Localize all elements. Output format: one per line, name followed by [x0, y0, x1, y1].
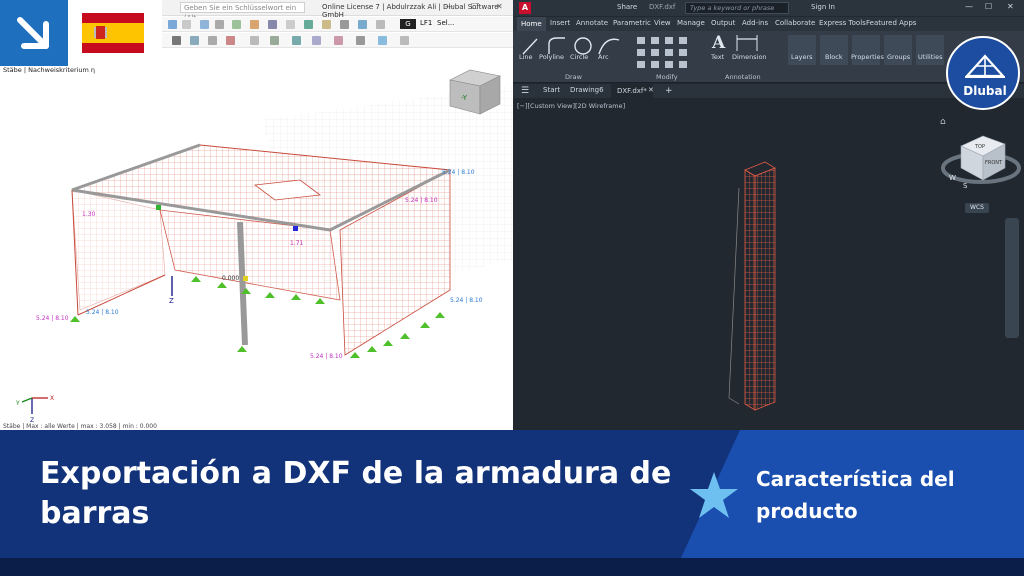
home-icon[interactable]: ⌂ [940, 117, 946, 127]
global-axes-icon: X Y Z [15, 395, 54, 424]
text-button[interactable]: Text [711, 53, 724, 61]
viewcube-front-label: FRONT [985, 160, 1003, 166]
banner-title: Exportación a DXF de la armadura de barr… [40, 456, 672, 531]
value-label: 0.000 [222, 275, 239, 282]
close-icon[interactable]: ✕ [1007, 2, 1014, 11]
properties-button[interactable]: Properties [851, 53, 884, 61]
tab-parametric[interactable]: Parametric [613, 19, 651, 27]
close-tab-icon[interactable]: ✕ [648, 86, 654, 94]
tab-drawing6[interactable]: Drawing6 [570, 86, 604, 94]
modify-group-label[interactable]: Modify [656, 73, 678, 81]
axis-x-label: X [50, 395, 54, 402]
autocad-drawing-area[interactable]: TOP FRONT W S ⌂ [513, 98, 1024, 430]
tab-start[interactable]: Start [543, 86, 560, 94]
share-button[interactable]: Share [617, 3, 637, 11]
axis-z-label: Z [169, 297, 174, 305]
autocad-title-bar: A Share DXF.dxf Type a keyword or phrase… [513, 0, 1024, 16]
annotation-group-label[interactable]: Annotation [725, 73, 761, 81]
screen: Geben Sie ein Schlüsselwort ein (Alt... … [0, 0, 1024, 576]
ribbon-tabs: Home Insert Annotate Parametric View Man… [513, 17, 1024, 31]
value-label: 1.71 [290, 240, 304, 247]
block-button[interactable]: Block [825, 53, 843, 61]
new-tab-icon[interactable]: + [665, 86, 673, 96]
viewcube-top-label: TOP [974, 144, 985, 150]
sign-in-button[interactable]: Sign In [811, 3, 835, 11]
value-label: 5.24 | 8.10 [405, 197, 438, 204]
tab-addins[interactable]: Add-ins [742, 19, 768, 27]
polyline-button[interactable]: Polyline [539, 53, 564, 61]
dlubal-logo: Dlubal [946, 36, 1020, 110]
bridge-icon [965, 54, 1005, 78]
banner-footer [0, 558, 1024, 576]
tab-home[interactable]: Home [517, 17, 546, 31]
keyword-search-input[interactable]: Type a keyword or phrase [685, 2, 789, 14]
dimension-button[interactable]: Dimension [732, 53, 767, 61]
star-icon [690, 472, 738, 518]
file-title: DXF.dxf [649, 3, 676, 11]
value-label: 5.24 | 8.10 [36, 315, 69, 322]
viewcube-s-label: S [963, 182, 968, 190]
tab-collaborate[interactable]: Collaborate [775, 19, 815, 27]
value-label: 5.24 | 8.10 [450, 297, 483, 304]
tab-insert[interactable]: Insert [550, 19, 570, 27]
rfem-status-text: Stäbe | Max : alle Werte | max : 3.058 |… [3, 423, 157, 430]
navigation-bar[interactable] [1005, 218, 1019, 338]
rfem-view-cube[interactable]: -Y [449, 69, 501, 115]
spain-flag-icon [82, 13, 144, 53]
line-button[interactable]: Line [519, 53, 533, 61]
minimize-icon[interactable]: — [965, 2, 973, 11]
utilities-button[interactable]: Utilities [918, 53, 942, 61]
language-corner [0, 0, 162, 66]
line-icon [522, 38, 538, 55]
axis-y-label: Y [15, 400, 20, 407]
tab-dxf-file[interactable]: DXF.dxf* [611, 84, 653, 98]
tab-express-tools[interactable]: Express Tools [819, 19, 866, 27]
arrow-badge [0, 0, 68, 66]
value-label: 1.30 [82, 211, 96, 218]
modify-tool-icons [637, 37, 687, 68]
value-label: 5.24 | 8.10 [442, 169, 475, 176]
circle-button[interactable]: Circle [570, 53, 588, 61]
tab-view[interactable]: View [654, 19, 671, 27]
draw-group-label[interactable]: Draw [565, 73, 582, 81]
tab-featured-apps[interactable]: Featured Apps [866, 19, 916, 27]
polyline-icon [548, 37, 565, 54]
autocad-viewcube[interactable]: TOP FRONT W S [941, 135, 1021, 190]
text-tool-icon[interactable]: A [712, 33, 725, 53]
cube-face-label: -Y [461, 94, 468, 102]
banner-subtitle: Característica del producto [756, 467, 955, 523]
arc-button[interactable]: Arc [598, 53, 609, 61]
arc-icon [598, 38, 620, 55]
wcs-menu[interactable]: WCS [965, 203, 989, 213]
tab-annotate[interactable]: Annotate [576, 19, 608, 27]
tab-output[interactable]: Output [711, 19, 735, 27]
maximize-icon[interactable]: ☐ [985, 2, 992, 11]
dimension-icon [736, 35, 758, 51]
dlubal-wordmark: Dlubal [963, 84, 1007, 98]
autocad-window: A Share DXF.dxf Type a keyword or phrase… [513, 0, 1024, 430]
tab-manage[interactable]: Manage [677, 19, 705, 27]
autocad-logo[interactable]: A [519, 2, 531, 14]
layers-button[interactable]: Layers [791, 53, 813, 61]
viewcube-w-label: W [949, 174, 956, 182]
circle-icon [574, 37, 592, 55]
hamburger-menu-icon[interactable]: ☰ [521, 86, 529, 96]
arrow-down-right-icon [17, 17, 49, 49]
value-label: 5.24 | 8.10 [86, 309, 119, 316]
value-label: 5.24 | 8.10 [310, 353, 343, 360]
groups-button[interactable]: Groups [887, 53, 910, 61]
